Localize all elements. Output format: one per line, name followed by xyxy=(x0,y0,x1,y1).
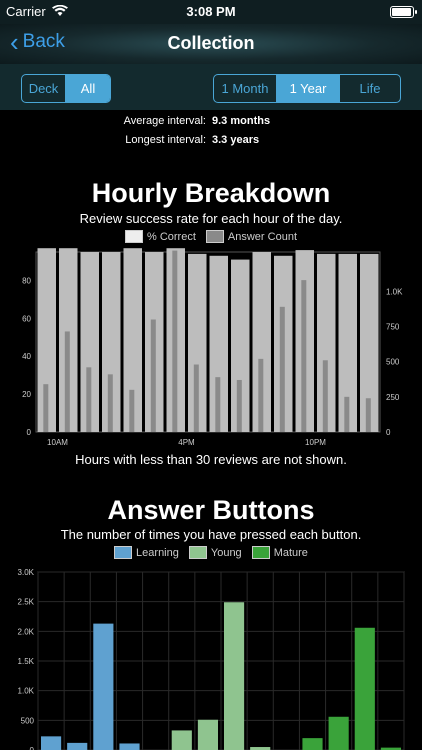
y-left-tick-label: 60 xyxy=(22,314,31,323)
x-tick-label: 10PM xyxy=(305,438,326,447)
bar-learning xyxy=(93,623,114,750)
bar-answer-count xyxy=(172,250,178,432)
y-left-tick-label: 40 xyxy=(22,352,31,361)
legend-item-learning: Learning xyxy=(114,546,179,559)
y-right-tick-label: 0 xyxy=(386,428,391,437)
bar-learning xyxy=(119,743,140,750)
segment-1-month[interactable]: 1 Month xyxy=(214,75,276,102)
y-tick-label: 2.5K xyxy=(18,598,35,607)
bar-answer-count xyxy=(258,358,264,432)
y-tick-label: 1.0K xyxy=(18,687,35,696)
legend-swatch xyxy=(205,230,224,243)
bar-answer-count xyxy=(365,398,371,432)
clock: 3:08 PM xyxy=(186,4,236,19)
bar-answer-count xyxy=(301,280,307,432)
segment-1-year[interactable]: 1 Year xyxy=(276,75,339,102)
y-tick-label: 1.5K xyxy=(18,657,35,666)
legend-swatch xyxy=(125,230,143,243)
legend-item-count: Answer Count xyxy=(205,230,297,243)
legend-swatch xyxy=(114,546,133,559)
x-tick-label: 4PM xyxy=(178,438,195,447)
hourly-footnote: Hours with less than 30 reviews are not … xyxy=(75,452,347,467)
legend-item-young: Young xyxy=(188,546,242,559)
bar-answer-count xyxy=(344,396,350,432)
segment-deck[interactable]: Deck xyxy=(22,75,65,102)
time-range-toggle: 1 Month 1 Year Life xyxy=(213,74,401,103)
bar-young xyxy=(197,719,218,750)
bar-answer-count xyxy=(43,384,49,432)
bar-answer-count xyxy=(279,306,285,432)
bar-learning xyxy=(67,742,88,750)
bar-answer-count xyxy=(322,360,328,432)
stat-average-interval: Average interval: 9.3 months xyxy=(0,115,422,129)
bar-mature xyxy=(354,627,375,750)
y-tick-label: 2.0K xyxy=(18,627,35,636)
navigation-bar: ‹ Back Collection xyxy=(0,24,422,64)
stat-longest-interval: Longest interval: 3.3 years xyxy=(0,134,422,148)
hourly-legend: % Correct Answer Count xyxy=(0,230,422,243)
legend-label: Mature xyxy=(273,546,308,559)
y-left-tick-label: 0 xyxy=(27,428,32,437)
y-tick-label: 500 xyxy=(21,716,35,725)
bar-answer-count xyxy=(150,319,156,432)
y-left-tick-label: 20 xyxy=(22,390,31,399)
status-bar: Carrier 3:08 PM xyxy=(0,0,422,24)
stat-label: Average interval: xyxy=(123,115,206,127)
legend-label: Learning xyxy=(136,546,179,559)
bar-answer-count xyxy=(64,331,70,432)
page-title: Collection xyxy=(167,33,255,53)
segment-life[interactable]: Life xyxy=(339,75,400,102)
legend-item-correct: % Correct xyxy=(125,230,196,243)
bar-answer-count xyxy=(107,374,113,432)
bar-answer-count xyxy=(215,377,221,432)
x-tick-label: 10AM xyxy=(47,438,68,447)
y-right-tick-label: 750 xyxy=(386,323,400,332)
bar-mature xyxy=(328,716,349,750)
bar-young xyxy=(224,602,245,750)
hourly-chart: 0 20 40 60 80 0 250 500 750 1.0K 10AM 4PM 10PM xyxy=(22,248,403,447)
y-right-tick-label: 1.0K xyxy=(386,287,403,296)
bar-answer-count xyxy=(193,364,199,432)
y-right-tick-label: 500 xyxy=(386,358,400,367)
y-left-tick-label: 80 xyxy=(22,276,31,285)
filter-bar: Deck All 1 Month 1 Year Life xyxy=(0,64,422,110)
stat-value: 3.3 years xyxy=(212,134,260,146)
segment-all[interactable]: All xyxy=(65,75,110,102)
hourly-title: Hourly Breakdown xyxy=(91,178,331,208)
legend-label: Young xyxy=(210,546,242,559)
hourly-subtitle: Review success rate for each hour of the… xyxy=(79,211,343,226)
stat-label: Longest interval: xyxy=(125,134,206,146)
answers-legend: Learning Young Mature xyxy=(0,546,422,559)
bar-mature xyxy=(302,738,323,750)
answers-title: Answer Buttons xyxy=(107,495,315,525)
y-tick-label: 3.0K xyxy=(18,568,35,577)
bar-young xyxy=(171,730,192,750)
legend-swatch xyxy=(188,546,207,559)
deck-scope-toggle: Deck All xyxy=(21,74,111,103)
legend-swatch xyxy=(251,546,270,559)
bar-answer-count xyxy=(86,367,92,432)
legend-label: Answer Count xyxy=(227,230,297,243)
y-right-tick-label: 250 xyxy=(386,393,400,402)
battery-icon xyxy=(390,6,417,18)
bar-learning xyxy=(41,736,62,750)
stat-value: 9.3 months xyxy=(212,115,271,127)
bar-answer-count xyxy=(129,389,135,432)
answers-subtitle: The number of times you have pressed eac… xyxy=(60,527,362,542)
answers-chart: 0 500 1.0K 1.5K 2.0K 2.5K 3.0K xyxy=(18,568,405,750)
y-tick-label: 0 xyxy=(30,746,35,750)
legend-label: % Correct xyxy=(147,230,196,243)
bar-answer-count xyxy=(236,379,242,432)
legend-item-mature: Mature xyxy=(251,546,308,559)
